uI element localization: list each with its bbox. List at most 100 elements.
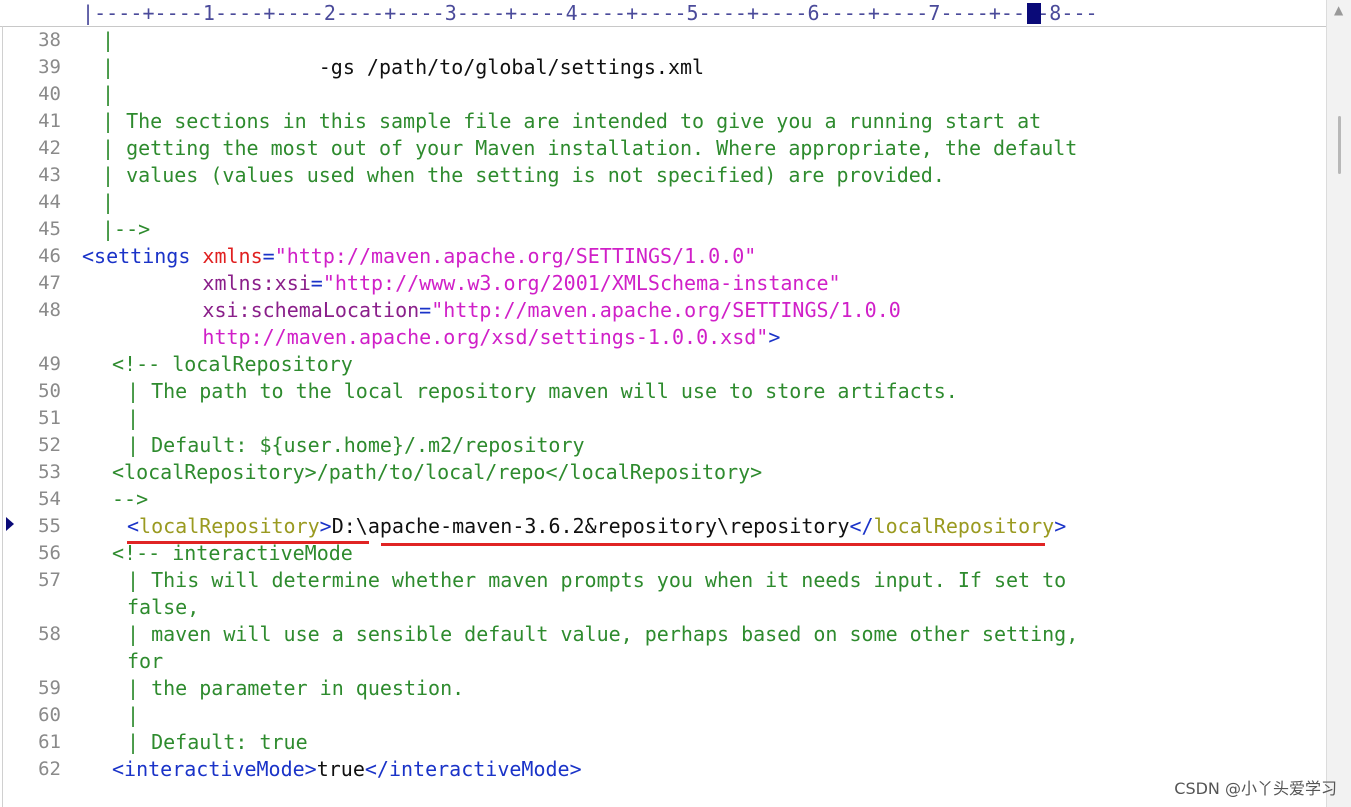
code-text: | maven will use a sensible default valu… [127, 621, 1078, 648]
code-token: http://maven.apache.org/xsd/settings-1.0… [82, 325, 769, 349]
code-token: <interactiveMode> [112, 757, 317, 781]
code-text: | Default: true [127, 729, 308, 756]
code-line[interactable]: 41 | The sections in this sample file are… [0, 108, 1326, 135]
code-token: = [419, 298, 432, 322]
code-token: > [319, 514, 332, 538]
code-line[interactable]: 48 xsi:schemaLocation="http://maven.apac… [0, 297, 1326, 324]
code-token: |--> [102, 217, 151, 241]
code-text: | -gs /path/to/global/settings.xml [102, 54, 704, 81]
code-token: | [102, 55, 319, 79]
code-line[interactable]: 46 <settings xmlns="http://maven.apache.o… [0, 243, 1326, 270]
code-line[interactable]: 60 | [0, 702, 1326, 729]
code-line[interactable]: 38 | [0, 27, 1326, 54]
current-line-arrow-icon [6, 517, 14, 531]
code-token: > [768, 325, 781, 349]
code-line[interactable]: 52 | Default: ${user.home}/.m2/repository [0, 432, 1326, 459]
code-line[interactable]: 55 <localRepository>D:\apache-maven-3.6.2… [0, 513, 1326, 540]
code-token: D:\apache-maven-3.6.2&repository\reposit… [331, 514, 850, 538]
code-line[interactable]: 57 | This will determine whether maven pr… [0, 567, 1326, 594]
code-token: > [1054, 514, 1067, 538]
line-number: 51 [38, 407, 61, 429]
ruler-caret-marker [1027, 3, 1041, 24]
code-line[interactable]: 54 --> [0, 486, 1326, 513]
code-token: | getting the most out of your Maven ins… [102, 136, 1078, 160]
code-token: localRepository [139, 514, 320, 538]
code-line[interactable]: 49 <!-- localRepository [0, 351, 1326, 378]
code-editor[interactable]: 38 | 39 | -gs /path/to/global/settings.xml 4… [0, 27, 1326, 787]
code-line[interactable]: 44 | [0, 189, 1326, 216]
code-token: | maven will use a sensible default valu… [127, 622, 1079, 646]
line-number: 45 [38, 218, 61, 240]
code-token: xmlns:xsi [82, 271, 311, 295]
code-text: <!-- localRepository [112, 351, 353, 378]
line-number: 58 [38, 623, 61, 645]
line-number: 62 [38, 758, 61, 780]
code-token: false, [127, 595, 200, 619]
code-line[interactable]: 53 <localRepository>/path/to/local/repo</… [0, 459, 1326, 486]
line-number: 44 [38, 191, 61, 213]
line-number: 50 [38, 380, 61, 402]
code-token: | [102, 28, 115, 52]
code-line[interactable]: 61 | Default: true [0, 729, 1326, 756]
line-number: 42 [38, 137, 61, 159]
line-number: 47 [38, 272, 61, 294]
code-line[interactable]: http://maven.apache.org/xsd/settings-1.0… [0, 324, 1326, 351]
code-line[interactable]: 40 | [0, 81, 1326, 108]
code-token: xmlns [202, 244, 263, 268]
line-number: 56 [38, 542, 61, 564]
code-token: = [310, 271, 323, 295]
code-text: --> [112, 486, 148, 513]
code-token: = [262, 244, 275, 268]
line-number: 61 [38, 731, 61, 753]
line-number: 40 [38, 83, 61, 105]
code-token: | Default: ${user.home}/.m2/repository [127, 433, 585, 457]
code-token: </interactiveMode> [364, 757, 582, 781]
line-number: 49 [38, 353, 61, 375]
vertical-scrollbar[interactable]: ▲ [1326, 0, 1351, 807]
code-token: | Default: true [127, 730, 308, 754]
code-token: | This will determine whether maven prom… [127, 568, 1067, 592]
code-token: </ [849, 514, 874, 538]
code-token: < [127, 514, 140, 538]
code-token: | [127, 703, 140, 727]
code-line[interactable]: 43 | values (values used when the setting… [0, 162, 1326, 189]
code-line[interactable]: for [0, 648, 1326, 675]
code-text: | [102, 189, 114, 216]
code-line[interactable]: 59 | the parameter in question. [0, 675, 1326, 702]
code-token: <!-- localRepository [112, 352, 353, 376]
line-number: 41 [38, 110, 61, 132]
code-text: | [127, 405, 139, 432]
scrollbar-thumb[interactable] [1338, 116, 1341, 174]
code-line[interactable]: 39 | -gs /path/to/global/settings.xml [0, 54, 1326, 81]
code-token: | [102, 190, 115, 214]
code-line[interactable]: 42 | getting the most out of your Maven i… [0, 135, 1326, 162]
code-text: |--> [102, 216, 150, 243]
ruler-text: |----+----1----+----2----+----3----+----… [82, 1, 1098, 25]
code-text: | getting the most out of your Maven ins… [102, 135, 1077, 162]
code-line[interactable]: false, [0, 594, 1326, 621]
highlight-underline-path [381, 543, 1045, 546]
code-token: "http://www.w3.org/2001/XMLSchema-instan… [322, 271, 841, 295]
code-line[interactable]: 45 |--> [0, 216, 1326, 243]
scroll-up-icon[interactable]: ▲ [1334, 3, 1343, 17]
line-number: 43 [38, 164, 61, 186]
code-text: | The path to the local repository maven… [127, 378, 958, 405]
code-token: for [127, 649, 164, 673]
code-line[interactable]: 47 xmlns:xsi="http://www.w3.org/2001/XML… [0, 270, 1326, 297]
code-line[interactable]: 62 <interactiveMode>true</interactiveMode… [0, 756, 1326, 783]
code-text: | [102, 27, 114, 54]
code-text: <!-- interactiveMode [112, 540, 353, 567]
code-token: | The path to the local repository maven… [127, 379, 958, 403]
code-token: | values (values used when the setting i… [102, 163, 945, 187]
code-token: localRepository [873, 514, 1055, 538]
code-line[interactable]: 50 | The path to the local repository mav… [0, 378, 1326, 405]
line-number: 59 [38, 677, 61, 699]
code-text: xsi:schemaLocation="http://maven.apache.… [82, 297, 900, 324]
code-text: <interactiveMode>true</interactiveMode> [112, 756, 582, 783]
code-line[interactable]: 51 | [0, 405, 1326, 432]
code-line[interactable]: 58 | maven will use a sensible default va… [0, 621, 1326, 648]
code-token: | [102, 82, 115, 106]
line-number: 52 [38, 434, 61, 456]
code-token: --> [112, 487, 149, 511]
code-text: <settings xmlns="http://maven.apache.org… [82, 243, 756, 270]
